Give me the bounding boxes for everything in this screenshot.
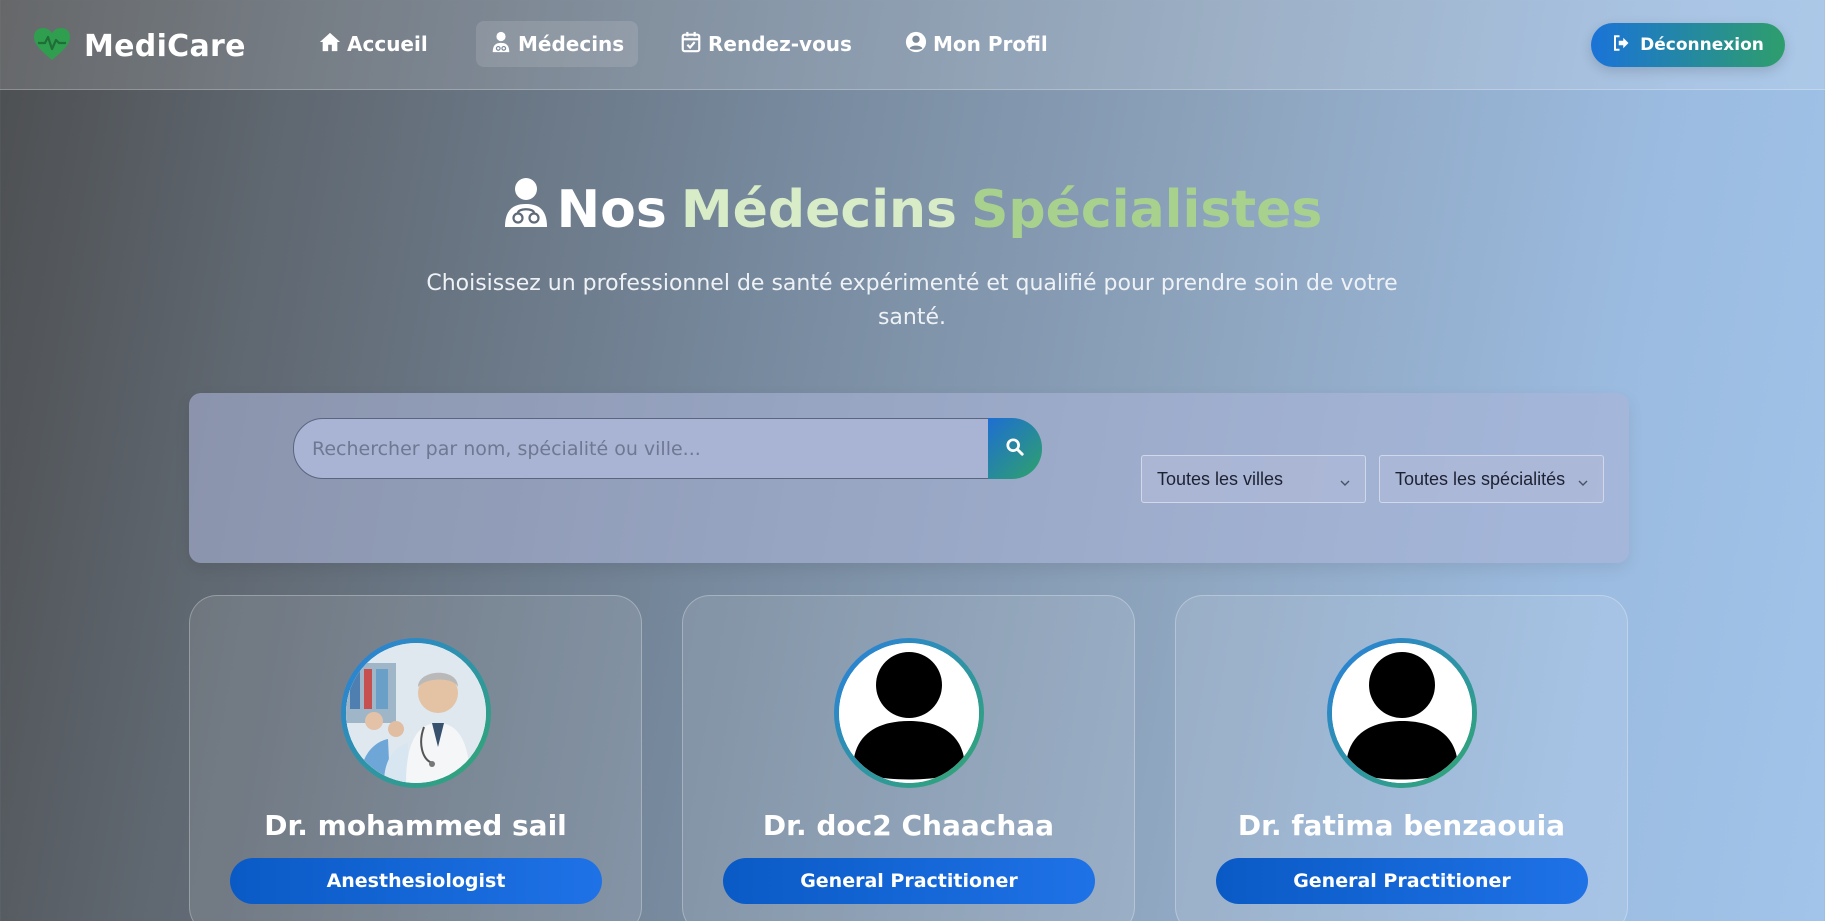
user-circle-icon	[905, 31, 933, 58]
avatar	[834, 638, 984, 788]
default-avatar-icon	[1332, 643, 1472, 783]
specialty-filter-value: Toutes les spécialités	[1395, 468, 1566, 489]
doctor-card[interactable]: Dr. fatima benzaouia General Practitione…	[1175, 595, 1628, 921]
specialty-badge[interactable]: General Practitioner	[1216, 858, 1588, 904]
heart-pulse-icon	[32, 26, 72, 66]
nav-label: Mon Profil	[933, 32, 1048, 56]
page-title: Nos Médecins Spécialistes	[0, 177, 1825, 242]
chevron-down-icon	[1577, 473, 1589, 486]
nav-item-medecins[interactable]: Médecins	[476, 21, 639, 67]
avatar	[1327, 638, 1477, 788]
top-navbar: MediCare Accueil Médecins Rendez-vous Mo…	[0, 0, 1825, 90]
title-part-1: Nos	[556, 179, 667, 240]
logout-button[interactable]: Déconnexion	[1591, 23, 1785, 67]
nav-label: Rendez-vous	[708, 32, 852, 56]
nav-label: Médecins	[518, 32, 625, 56]
search-panel: Rechercher par nom, spécialité ou ville.…	[189, 393, 1629, 563]
doctor-name: Dr. mohammed sail	[264, 809, 567, 842]
search-button[interactable]	[988, 418, 1042, 479]
brand-name: MediCare	[84, 28, 246, 64]
doctor-card[interactable]: Dr. mohammed sail Anesthesiologist	[189, 595, 642, 921]
sign-out-icon	[1612, 34, 1640, 57]
brand-logo[interactable]: MediCare	[32, 26, 246, 66]
calendar-check-icon	[680, 31, 708, 58]
city-filter-value: Toutes les villes	[1157, 468, 1284, 489]
search-input[interactable]: Rechercher par nom, spécialité ou ville.…	[293, 418, 990, 479]
specialty-badge[interactable]: Anesthesiologist	[230, 858, 602, 904]
doctor-icon	[490, 31, 518, 58]
page-subtitle: Choisissez un professionnel de santé exp…	[426, 271, 1398, 330]
nav-item-mon-profil[interactable]: Mon Profil	[891, 21, 1062, 67]
title-part-3: Spécialistes	[970, 179, 1323, 240]
logout-label: Déconnexion	[1640, 35, 1764, 55]
search-icon	[1006, 437, 1024, 460]
doctor-card[interactable]: Dr. doc2 Chaachaa General Practitioner	[682, 595, 1135, 921]
doctor-name: Dr. fatima benzaouia	[1237, 809, 1566, 842]
specialty-filter-select[interactable]: Toutes les spécialités	[1379, 455, 1604, 503]
default-avatar-icon	[839, 643, 979, 783]
city-filter-select[interactable]: Toutes les villes	[1141, 455, 1366, 503]
avatar	[341, 638, 491, 788]
home-icon	[319, 31, 347, 58]
nav-item-rendez-vous[interactable]: Rendez-vous	[666, 21, 866, 67]
nav-label: Accueil	[347, 32, 428, 56]
title-part-2: Médecins	[680, 179, 957, 240]
chevron-down-icon	[1339, 473, 1351, 486]
doctor-name: Dr. doc2 Chaachaa	[762, 809, 1055, 842]
nav-item-accueil[interactable]: Accueil	[305, 21, 442, 67]
doctor-icon	[503, 177, 557, 242]
specialty-badge[interactable]: General Practitioner	[723, 858, 1095, 904]
doctor-photo	[346, 643, 486, 783]
